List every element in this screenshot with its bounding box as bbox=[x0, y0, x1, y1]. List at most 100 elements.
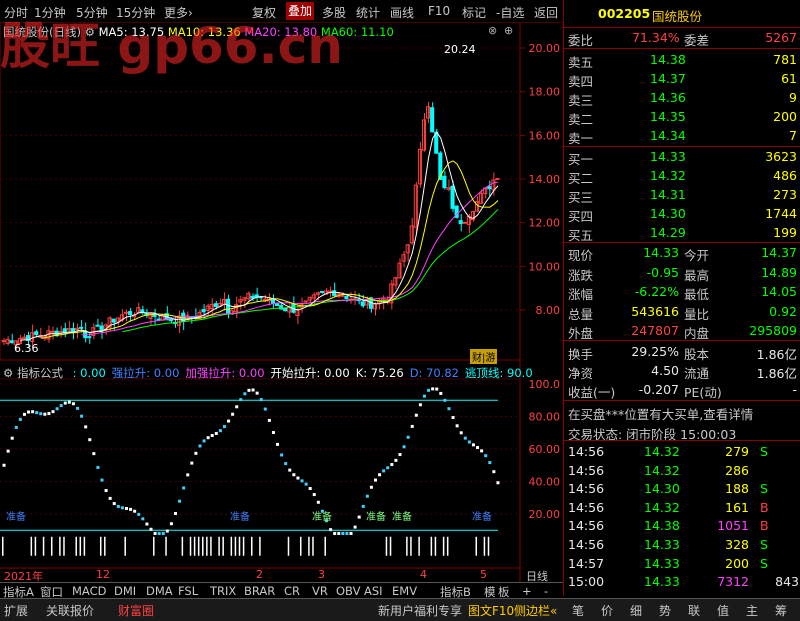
status-tab-tick[interactable]: 笔 bbox=[572, 602, 584, 619]
k-dot bbox=[59, 404, 63, 408]
tick-side: B bbox=[760, 499, 769, 515]
status-tab-value[interactable]: 值 bbox=[717, 602, 729, 619]
indicator-value-3: 开始拉升: 0.00 bbox=[270, 366, 350, 380]
toolbar-item-draw[interactable]: 画线 bbox=[390, 4, 414, 21]
signal-bar bbox=[312, 536, 314, 556]
candle-body bbox=[430, 107, 435, 133]
tab-9[interactable]: VR bbox=[312, 584, 328, 598]
tick-volume: 188 bbox=[725, 481, 749, 497]
ask-4-row[interactable]: 卖四 14.37 61 bbox=[564, 69, 800, 89]
chart-close-icon[interactable]: ⊗ bbox=[488, 24, 497, 37]
k-dot bbox=[443, 398, 447, 402]
tick-volume: 286 bbox=[725, 462, 749, 478]
k-dot bbox=[55, 407, 59, 411]
candle-body bbox=[270, 298, 275, 304]
k-dot bbox=[51, 410, 55, 414]
k-dot bbox=[271, 431, 275, 435]
signal-bar bbox=[324, 536, 326, 556]
ask-5-row[interactable]: 卖五 14.38 781 bbox=[564, 50, 800, 70]
bid-1-row[interactable]: 买一 14.33 3623 bbox=[564, 147, 800, 167]
k-dot bbox=[108, 496, 112, 500]
tick-time: 14:56 bbox=[568, 518, 605, 534]
tab-11[interactable]: ASI bbox=[364, 584, 383, 598]
toolbar-item-watchlist[interactable]: -自选 bbox=[496, 4, 524, 21]
k-dot bbox=[178, 499, 182, 503]
tab-8[interactable]: CR bbox=[284, 584, 300, 598]
tab-2[interactable]: MACD bbox=[72, 584, 106, 598]
status-new-user[interactable]: 新用户福利专享 bbox=[378, 602, 462, 619]
k-dot bbox=[227, 419, 231, 423]
ask-2-row[interactable]: 卖二 14.35 200 bbox=[564, 107, 800, 127]
stat-row: 外盘 247807 内盘 295809 bbox=[564, 321, 800, 341]
candle-body bbox=[226, 298, 231, 314]
signal-bar bbox=[30, 536, 33, 556]
stock-name[interactable]: 国统股份 bbox=[652, 6, 702, 25]
status-f10-text[interactable]: 图文F10 bbox=[468, 602, 514, 619]
k-dot bbox=[133, 509, 137, 513]
status-sidebar[interactable]: 侧边栏« bbox=[514, 602, 557, 619]
indicator-menu-icon[interactable]: ⚙ bbox=[3, 366, 13, 380]
bid-4-volume: 1744 bbox=[765, 206, 797, 221]
trade-state-row: 交易状态: 闭市阶段 15:00:03 bbox=[564, 422, 800, 442]
signal-label: 准备 bbox=[472, 512, 492, 523]
kline-chart[interactable]: 20.00 18.00 16.00 14.00 12.00 10.00 8.00 100.0… bbox=[0, 22, 563, 582]
k-dot bbox=[435, 387, 439, 391]
k-dot bbox=[27, 410, 31, 414]
k-dot bbox=[414, 413, 418, 417]
tab-4[interactable]: DMA bbox=[146, 584, 173, 598]
status-related-quote[interactable]: 关联报价 bbox=[46, 602, 94, 619]
k-dot bbox=[84, 425, 88, 429]
k-dot bbox=[247, 388, 251, 392]
candle-body bbox=[87, 336, 92, 339]
indicator-grid bbox=[0, 383, 520, 515]
status-tab-price[interactable]: 价 bbox=[601, 602, 613, 619]
notice-text[interactable]: 在买盘***位置有大买单,查看详情 bbox=[568, 404, 753, 423]
status-tab-main[interactable]: 主 bbox=[746, 602, 758, 619]
toolbar-item-mark[interactable]: 标记 bbox=[462, 4, 486, 21]
indicator-value-5: D: 70.82 bbox=[409, 366, 459, 380]
fundamental-value: 4.50 bbox=[651, 363, 679, 378]
tab-16[interactable]: + bbox=[522, 584, 532, 598]
indicator-name[interactable]: 指标公式 bbox=[17, 366, 63, 380]
tick-time: 14:56 bbox=[568, 462, 605, 478]
signal-bar bbox=[242, 536, 245, 556]
status-wealth-circle[interactable]: 财富圈 bbox=[118, 602, 154, 619]
k-dot bbox=[378, 473, 382, 477]
k-dot bbox=[431, 387, 435, 391]
tab-10[interactable]: OBV bbox=[336, 584, 360, 598]
signal-bar bbox=[2, 536, 4, 556]
k-dot bbox=[333, 532, 337, 535]
tick-time: 14:56 bbox=[568, 444, 605, 459]
tab-12[interactable]: EMV bbox=[392, 584, 417, 598]
status-tab-link[interactable]: 联 bbox=[688, 602, 700, 619]
candle-body bbox=[495, 178, 500, 181]
tab-5[interactable]: FSL bbox=[178, 584, 198, 598]
k-dot bbox=[288, 468, 292, 472]
k-dot bbox=[259, 398, 263, 402]
status-tab-trend[interactable]: 势 bbox=[659, 602, 671, 619]
event-badge[interactable]: 财|游 bbox=[470, 349, 498, 364]
tab-6[interactable]: TRIX bbox=[210, 584, 236, 598]
candle-body bbox=[34, 331, 39, 336]
tab-7[interactable]: BRAR bbox=[244, 584, 275, 598]
bid-5-row[interactable]: 买五 14.29 199 bbox=[564, 223, 800, 243]
status-tab-detail[interactable]: 细 bbox=[630, 602, 642, 619]
status-expand[interactable]: 扩展 bbox=[4, 602, 28, 619]
chart-expand-icon[interactable]: ⊕ bbox=[504, 24, 513, 37]
toolbar-item-f10[interactable]: F10 bbox=[428, 4, 450, 18]
toolbar-item-stats[interactable]: 统计 bbox=[356, 4, 380, 21]
notice-row[interactable]: 在买盘***位置有大买单,查看详情 bbox=[564, 402, 800, 422]
tab-17[interactable]: - bbox=[544, 584, 548, 598]
toolbar-item-back[interactable]: 返回 bbox=[534, 4, 558, 21]
status-tab-chips[interactable]: 筹 bbox=[775, 602, 787, 619]
tab-3[interactable]: DMI bbox=[114, 584, 136, 598]
bid-3-row[interactable]: 买三 14.31 273 bbox=[564, 185, 800, 205]
signal-bar bbox=[202, 536, 204, 556]
k-dot bbox=[31, 410, 35, 414]
ask-3-row[interactable]: 卖三 14.36 9 bbox=[564, 88, 800, 108]
bid-2-row[interactable]: 买二 14.32 486 bbox=[564, 166, 800, 186]
tick-row: 14:56 14.32 286 bbox=[564, 461, 800, 481]
bid-4-row[interactable]: 买四 14.30 1744 bbox=[564, 204, 800, 224]
signal-bar bbox=[75, 536, 77, 556]
ask-1-row[interactable]: 卖一 14.34 7 bbox=[564, 126, 800, 146]
